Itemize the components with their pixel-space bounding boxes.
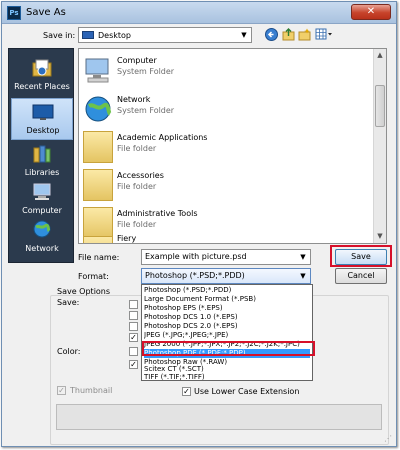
chevron-down-icon: ▼	[300, 253, 306, 261]
color-checkbox-2[interactable]: ✓	[129, 360, 138, 369]
format-dropdown[interactable]: Photoshop (*.PSD;*.PDD) ▼	[141, 268, 311, 284]
list-item[interactable]: Accessories File folder	[79, 165, 369, 205]
up-folder-icon[interactable]	[281, 28, 296, 43]
scroll-thumb[interactable]	[375, 85, 385, 127]
scroll-up-icon[interactable]: ▲	[374, 49, 386, 62]
place-network[interactable]: Network	[11, 217, 73, 259]
format-option[interactable]: Photoshop DCS 1.0 (*.EPS)	[144, 313, 310, 322]
save-checkbox-1[interactable]	[129, 300, 138, 309]
place-computer[interactable]: Computer	[11, 179, 73, 221]
folder-icon	[83, 169, 113, 201]
filename-label: File name:	[78, 253, 120, 262]
lowercase-extension-checkbox[interactable]: ✓	[182, 387, 191, 396]
list-item[interactable]: Network System Folder	[79, 89, 369, 129]
file-type: File folder	[117, 220, 157, 229]
place-desktop[interactable]: Desktop	[11, 98, 73, 140]
file-type: File folder	[117, 144, 157, 153]
place-label: Libraries	[24, 168, 60, 177]
file-name: Fiery	[117, 234, 137, 243]
file-name: Computer	[117, 56, 157, 65]
place-recent-places[interactable]: Recent Places	[11, 55, 73, 97]
file-name: Academic Applications	[117, 133, 208, 142]
libraries-icon	[33, 145, 51, 163]
place-label: Recent Places	[14, 82, 70, 91]
file-type: File folder	[117, 182, 157, 191]
format-label: Format:	[78, 272, 109, 281]
chevron-down-icon: ▼	[300, 272, 306, 280]
view-menu-icon[interactable]	[314, 28, 334, 43]
save-in-label: Save in:	[43, 31, 76, 40]
file-name: Network	[117, 95, 151, 104]
format-option[interactable]: TIFF (*.TIF;*.TIFF)	[144, 373, 310, 380]
lowercase-extension-label: Use Lower Case Extension	[194, 387, 300, 396]
file-list[interactable]: Computer System Folder Network System Fo…	[78, 48, 387, 244]
save-in-dropdown[interactable]: Desktop ▼	[78, 27, 252, 43]
scroll-down-icon[interactable]: ▼	[374, 230, 386, 243]
save-checkbox-4[interactable]: ✓	[129, 333, 138, 342]
folder-icon	[83, 131, 113, 163]
file-name: Administrative Tools	[117, 209, 198, 218]
computer-icon	[85, 58, 109, 83]
filename-input[interactable]: Example with picture.psd ▼	[141, 249, 311, 265]
format-option[interactable]: Photoshop (*.PSD;*.PDD)	[144, 286, 310, 295]
format-option[interactable]: Photoshop EPS (*.EPS)	[144, 304, 310, 313]
resize-grip-icon[interactable]: ⋰	[384, 434, 394, 444]
save-checkbox-2[interactable]	[129, 311, 138, 320]
format-option[interactable]: Photoshop DCS 2.0 (*.EPS)	[144, 322, 310, 331]
desktop-icon	[82, 31, 94, 39]
network-icon	[33, 220, 51, 238]
options-warning-area	[56, 404, 382, 430]
file-type: System Folder	[117, 106, 175, 115]
color-label: Color:	[57, 347, 81, 356]
back-arrow-icon[interactable]	[264, 28, 279, 43]
save-button[interactable]: Save	[335, 249, 387, 265]
close-button[interactable]: ✕	[351, 4, 391, 20]
thumbnail-checkbox: ✓	[57, 386, 66, 395]
window-title: Save As	[26, 7, 66, 18]
cancel-button[interactable]: Cancel	[335, 268, 387, 284]
place-label: Computer	[22, 206, 62, 215]
folder-icon	[83, 236, 113, 243]
places-bar: Recent Places Desktop Libraries Computer…	[8, 48, 74, 263]
network-globe-icon	[85, 96, 112, 122]
file-type: System Folder	[117, 67, 175, 76]
format-dropdown-list[interactable]: Photoshop (*.PSD;*.PDD) Large Document F…	[141, 284, 313, 381]
save-as-dialog: Ps Save As ✕ Save in: Desktop ▼ Recent P…	[1, 1, 397, 447]
save-label: Save:	[57, 298, 80, 307]
recent-places-icon	[32, 59, 52, 77]
list-item[interactable]: Fiery	[79, 232, 369, 243]
save-checkbox-3[interactable]	[129, 322, 138, 331]
file-name: Accessories	[117, 171, 164, 180]
computer-icon	[33, 183, 51, 200]
place-label: Network	[25, 244, 59, 253]
title-bar[interactable]: Ps Save As ✕	[2, 2, 396, 24]
format-option[interactable]: Large Document Format (*.PSB)	[144, 295, 310, 304]
desktop-icon	[32, 104, 54, 120]
selected-format-highlight	[142, 341, 315, 356]
list-item[interactable]: Academic Applications File folder	[79, 127, 369, 167]
new-folder-icon[interactable]	[297, 28, 312, 43]
list-item[interactable]: Computer System Folder	[79, 50, 369, 90]
save-in-value: Desktop	[98, 31, 131, 40]
save-options-title: Save Options	[57, 287, 111, 296]
vertical-scrollbar[interactable]: ▲ ▼	[373, 49, 386, 243]
format-value: Photoshop (*.PSD;*.PDD)	[145, 271, 245, 280]
format-option[interactable]: JPEG (*.JPG;*.JPEG;*.JPE)	[144, 331, 310, 340]
chevron-down-icon: ▼	[241, 31, 247, 39]
place-label: Desktop	[26, 126, 60, 135]
thumbnail-label: Thumbnail	[70, 386, 113, 395]
color-checkbox-1[interactable]	[129, 347, 138, 356]
place-libraries[interactable]: Libraries	[11, 141, 73, 183]
photoshop-app-icon: Ps	[7, 6, 21, 20]
